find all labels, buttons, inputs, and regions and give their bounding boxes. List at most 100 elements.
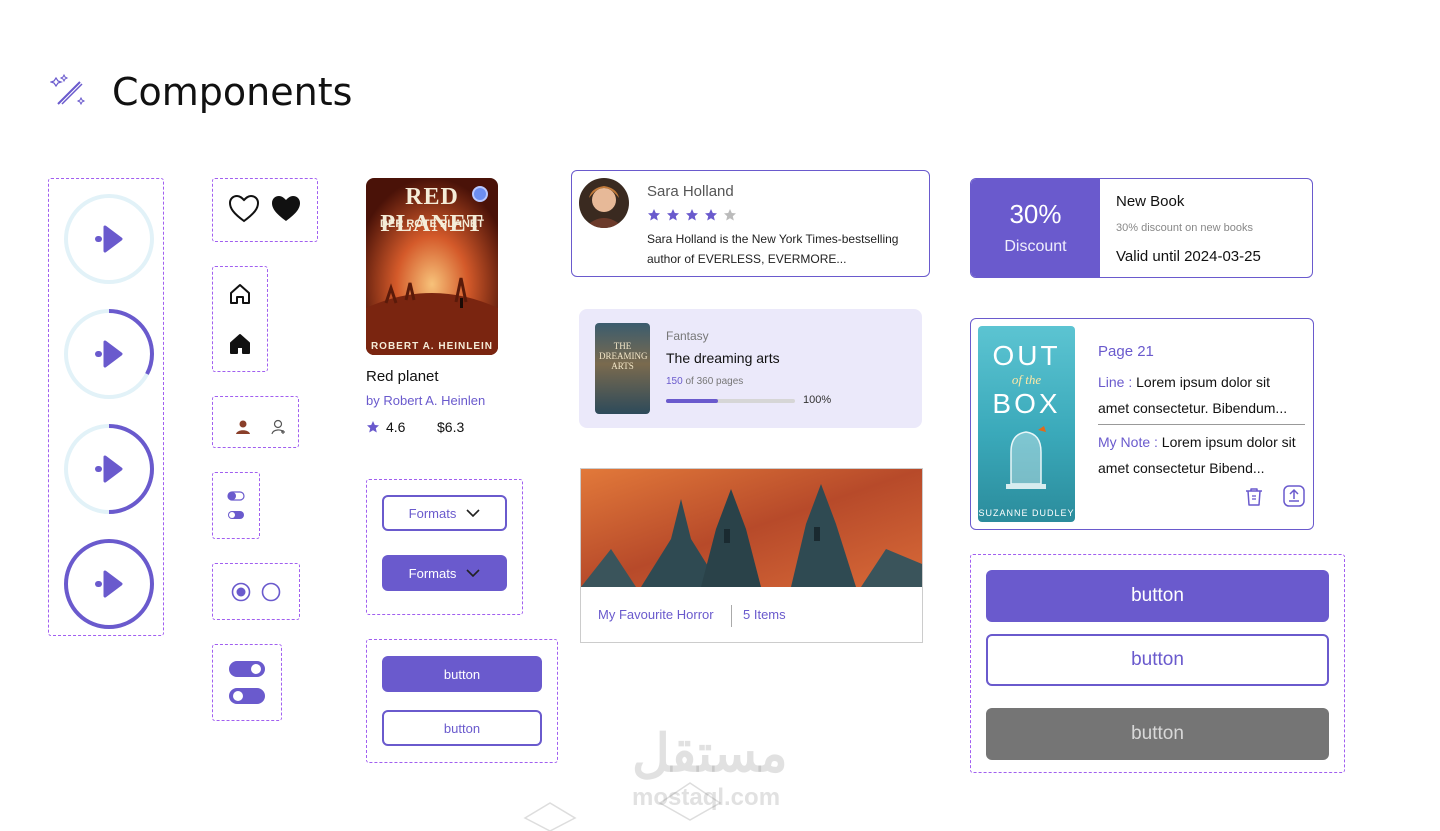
discount-subtitle: 30% discount on new books (1116, 222, 1253, 234)
reading-cover-title: THE DREAMING ARTS (599, 341, 648, 371)
formats-dropdown-filled[interactable]: Formats (382, 555, 507, 591)
book-cover-author: ROBERT A. HEINLEIN (370, 341, 494, 352)
discount-valid: Valid until 2024-03-25 (1116, 248, 1261, 265)
reading-progress-fill (666, 399, 718, 403)
heart-outline-icon[interactable] (229, 195, 259, 223)
chevron-down-icon (466, 569, 480, 577)
heart-filled-icon[interactable] (271, 195, 301, 223)
play-buttons-group (48, 178, 164, 636)
play-button-50[interactable] (63, 423, 155, 515)
book-rating: 4.6 (366, 419, 405, 435)
watermark-arabic: مستقل (632, 725, 788, 783)
play-button-100[interactable] (63, 538, 155, 630)
note-label: My Note : (1098, 434, 1158, 450)
discount-percent: 30% (1009, 199, 1062, 229)
mini-toggles-group (212, 472, 260, 539)
switch-on[interactable] (228, 660, 266, 678)
home-outline-icon[interactable] (229, 283, 251, 305)
rating-value: 4.6 (386, 419, 406, 435)
radio-unselected[interactable] (261, 582, 281, 602)
author-stars (647, 208, 737, 222)
share-upload-icon[interactable] (1283, 485, 1305, 507)
collection-divider (731, 605, 732, 627)
cover-line-2: of the (1011, 372, 1042, 387)
secondary-button[interactable]: button (986, 634, 1329, 686)
user-add-icon[interactable] (271, 419, 287, 435)
disabled-button[interactable]: button (986, 708, 1329, 760)
reading-title: The dreaming arts (666, 350, 780, 366)
collection-name: My Favourite Horror (598, 607, 714, 622)
switch-off[interactable] (228, 687, 266, 705)
reading-genre: Fantasy (666, 329, 709, 343)
formats-dropdowns-group: Formats Formats (366, 479, 523, 615)
small-outline-button[interactable]: button (382, 710, 542, 746)
collection-count: 5 Items (743, 607, 786, 622)
book-author[interactable]: by Robert A. Heinlen (366, 393, 485, 408)
discount-card[interactable]: 30% Discount New Book 30% discount on ne… (970, 178, 1313, 278)
discount-badge: 30% Discount (971, 179, 1100, 277)
user-filled-icon[interactable] (235, 419, 251, 435)
star-icon (648, 209, 660, 221)
favorite-dot-icon[interactable] (472, 186, 488, 202)
pages-read: 150 (666, 376, 683, 387)
user-icons-group (212, 396, 299, 448)
star-icon (667, 209, 679, 221)
switches-group (212, 644, 282, 721)
mini-toggle-on[interactable] (227, 510, 245, 520)
mini-toggle-off[interactable] (227, 491, 245, 501)
author-bio: Sara Holland is the New York Times-bests… (647, 232, 899, 266)
note-divider (1098, 424, 1305, 425)
reading-progress-bar (666, 399, 795, 403)
book-title: Red planet (366, 368, 439, 385)
cover-author: SUZANNE DUDLEY (978, 508, 1075, 518)
note-page: Page 21 (1098, 343, 1154, 360)
radio-selected[interactable] (231, 582, 251, 602)
book-cover-subtitle: DER ROTE PLANET (380, 218, 484, 230)
note-book-cover: OUT of the BOX SUZANNE DUDLEY (978, 326, 1075, 522)
favorite-icons-group (212, 178, 318, 242)
book-cover[interactable]: RED PLANET DER ROTE PLANET ROBERT A. HEI… (366, 178, 498, 355)
radio-group (212, 563, 300, 620)
author-card[interactable]: Sara Holland Sara Holland is the New Yor… (571, 170, 930, 277)
discount-label: Discount (1004, 238, 1067, 255)
formats-label: Formats (408, 565, 457, 581)
reading-progress-card[interactable]: THE DREAMING ARTS Fantasy The dreaming a… (579, 309, 922, 428)
author-name: Sara Holland (647, 183, 734, 200)
note-note: My Note : Lorem ipsum dolor sit amet con… (1098, 429, 1303, 481)
collection-image (581, 469, 922, 587)
star-icon (686, 209, 698, 221)
home-filled-icon[interactable] (229, 333, 251, 355)
watermark-logo-icon (523, 802, 577, 831)
chevron-down-icon (466, 509, 480, 517)
note-line: Line : Lorem ipsum dolor sit amet consec… (1098, 369, 1303, 421)
page-title: Components (112, 70, 353, 114)
reading-pages: 150 of 360 pages (666, 376, 743, 387)
small-buttons-group: button button (366, 639, 558, 763)
primary-button[interactable]: button (986, 570, 1329, 622)
small-filled-button[interactable]: button (382, 656, 542, 692)
cover-line-3: BOX (992, 388, 1061, 419)
play-button-0[interactable] (63, 193, 155, 285)
magic-wand-icon (50, 73, 86, 106)
star-icon (705, 209, 717, 221)
formats-label: Formats (408, 505, 457, 521)
play-button-25[interactable] (63, 308, 155, 400)
bell-jar-icon (1006, 426, 1046, 489)
book-price: $6.3 (437, 419, 465, 435)
cover-line-1: OUT (992, 340, 1061, 371)
author-avatar (579, 178, 629, 228)
home-icons-group (212, 266, 268, 372)
pages-total: of 360 pages (685, 376, 744, 387)
reading-progress-label: 100% (803, 394, 832, 406)
reading-book-cover: THE DREAMING ARTS (595, 323, 650, 414)
trash-icon[interactable] (1245, 487, 1263, 507)
note-card[interactable]: OUT of the BOX SUZANNE DUDLEY Page 21 Li… (970, 318, 1314, 530)
watermark-logo-icon (658, 782, 722, 821)
big-buttons-group: button button button (970, 554, 1345, 773)
discount-title: New Book (1116, 193, 1185, 210)
star-icon (367, 421, 379, 433)
formats-dropdown-outline[interactable]: Formats (382, 495, 507, 531)
line-label: Line : (1098, 374, 1133, 390)
collection-card[interactable]: My Favourite Horror 5 Items (580, 468, 923, 643)
star-empty-icon (724, 209, 736, 221)
